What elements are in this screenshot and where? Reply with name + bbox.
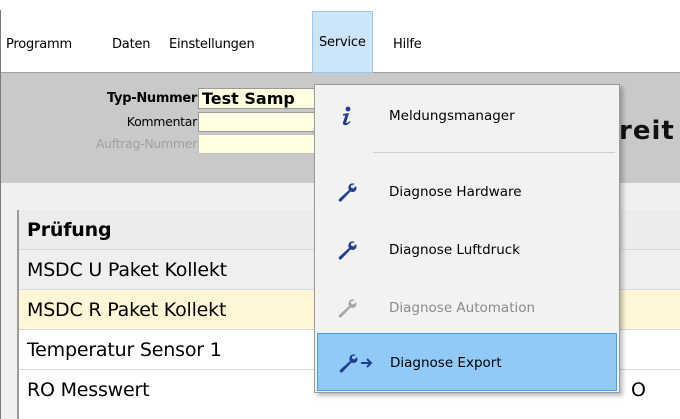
wrench-arrow-icon: [336, 351, 376, 375]
menu-hilfe[interactable]: Hilfe: [393, 35, 422, 55]
menu-item-label: Diagnose Hardware: [389, 184, 522, 200]
menu-item-diagnose-hardware[interactable]: Diagnose Hardware: [317, 163, 617, 221]
menu-programm[interactable]: Programm: [6, 35, 72, 55]
app-window: Programm Daten Einstellungen Service Hil…: [0, 10, 680, 419]
menubar: Programm Daten Einstellungen Service Hil…: [1, 10, 680, 73]
menu-item-label: Meldungsmanager: [389, 108, 515, 124]
menu-einstellungen[interactable]: Einstellungen: [169, 35, 255, 55]
menu-item-diagnose-export[interactable]: Diagnose Export: [317, 333, 617, 391]
menu-service[interactable]: Service: [312, 11, 373, 73]
menu-separator: [373, 152, 615, 153]
menu-item-label: Diagnose Export: [390, 355, 502, 371]
order-number-field[interactable]: [198, 134, 318, 154]
wrench-icon: [335, 238, 359, 262]
order-number-label: Auftrag-Nummer: [95, 136, 197, 151]
wrench-icon: [335, 296, 359, 320]
type-number-field[interactable]: Test Samp: [198, 88, 318, 109]
type-number-label: Typ-Nummer: [107, 91, 197, 106]
menu-item-diagnose-automation: Diagnose Automation: [317, 279, 617, 337]
service-menu: Meldungsmanager Diagnose Hardware Diagno…: [314, 84, 620, 393]
status-heading: reit: [619, 116, 675, 146]
row-value: O: [631, 379, 646, 401]
top-strip: [0, 0, 680, 10]
menu-item-meldungsmanager[interactable]: Meldungsmanager: [317, 87, 617, 145]
menu-daten[interactable]: Daten: [112, 35, 151, 55]
comment-label: Kommentar: [126, 114, 198, 129]
wrench-icon: [335, 180, 359, 204]
menu-item-label: Diagnose Luftdruck: [389, 242, 520, 258]
comment-field[interactable]: [198, 112, 318, 132]
menu-item-label: Diagnose Automation: [389, 300, 536, 316]
info-icon: [335, 104, 359, 128]
menu-item-diagnose-luftdruck[interactable]: Diagnose Luftdruck: [317, 221, 617, 279]
row-label: RO Messwert: [27, 379, 150, 401]
